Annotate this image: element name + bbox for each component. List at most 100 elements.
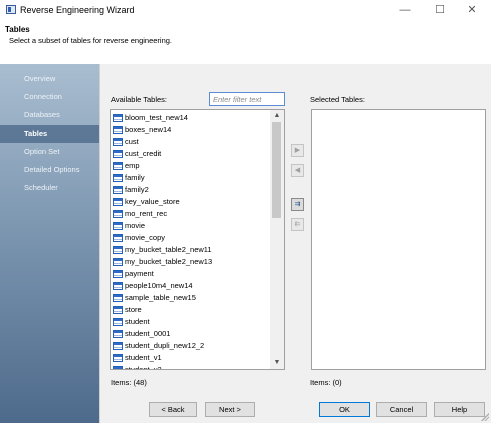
table-icon (113, 198, 123, 206)
available-items: bloom_test_new14 boxes_new14 cust cust_cred… (113, 112, 268, 370)
cancel-button[interactable]: Cancel (376, 402, 427, 417)
table-name: bloom_test_new14 (125, 113, 188, 122)
scroll-up-arrow[interactable]: ▲ (270, 110, 284, 122)
table-icon (113, 114, 123, 122)
table-list-item[interactable]: key_value_store (113, 196, 268, 208)
table-icon (113, 342, 123, 350)
close-button[interactable]: ✕ (452, 0, 491, 20)
sidebar-item-overview[interactable]: Overview (0, 70, 99, 88)
table-icon (113, 318, 123, 326)
wizard-sidebar: Overview Connection Databases Tables Opt… (0, 64, 99, 423)
table-list-item[interactable]: student_0001 (113, 328, 268, 340)
table-name: emp (125, 161, 140, 170)
table-icon (113, 138, 123, 146)
page-subtitle: Select a subset of tables for reverse en… (9, 36, 173, 45)
table-name: student_dupli_new12_2 (125, 341, 205, 350)
back-button[interactable]: < Back (149, 402, 197, 417)
table-icon (113, 330, 123, 338)
main-panel: Available Tables: Selected Tables: bloom… (99, 64, 491, 423)
table-icon (113, 306, 123, 314)
table-list-item[interactable]: sample_table_new15 (113, 292, 268, 304)
selected-count: Items: (0) (310, 378, 342, 387)
table-list-item[interactable]: my_bucket_table2_new13 (113, 256, 268, 268)
filter-input[interactable] (209, 92, 285, 106)
sidebar-item-tables[interactable]: Tables (0, 125, 99, 143)
resize-grip[interactable] (481, 413, 489, 421)
table-icon (113, 282, 123, 290)
table-list-item[interactable]: payment (113, 268, 268, 280)
table-list-item[interactable]: emp (113, 160, 268, 172)
table-name: payment (125, 269, 154, 278)
selected-tables-label: Selected Tables: (310, 95, 365, 104)
table-icon (113, 186, 123, 194)
table-icon (113, 354, 123, 362)
table-icon (113, 210, 123, 218)
title-bar: Reverse Engineering Wizard — ☐ ✕ (0, 0, 491, 20)
table-icon (113, 246, 123, 254)
table-name: sample_table_new15 (125, 293, 196, 302)
table-name: student_0001 (125, 329, 171, 338)
add-all-button[interactable]: ⇉ (291, 198, 304, 211)
table-icon (113, 294, 123, 302)
add-table-button[interactable]: ▶ (291, 144, 304, 157)
table-list-item[interactable]: my_bucket_table2_new11 (113, 244, 268, 256)
table-list-item[interactable]: student (113, 316, 268, 328)
table-name: student (125, 317, 150, 326)
table-list-item[interactable]: mo_rent_rec (113, 208, 268, 220)
table-name: cust_credit (125, 149, 162, 158)
help-button[interactable]: Help (434, 402, 485, 417)
vertical-scrollbar[interactable]: ▲ ▼ (270, 110, 284, 369)
remove-all-button[interactable]: ⇇ (291, 218, 304, 231)
table-name: mo_rent_rec (125, 209, 168, 218)
table-name: family2 (125, 185, 149, 194)
table-name: my_bucket_table2_new13 (125, 257, 213, 266)
page-title: Tables (5, 25, 30, 34)
table-list-item[interactable]: people10m4_new14 (113, 280, 268, 292)
table-list-item[interactable]: movie (113, 220, 268, 232)
table-icon (113, 126, 123, 134)
table-name: student_v2 (125, 365, 162, 370)
sidebar-item-connection[interactable]: Connection (0, 88, 99, 106)
table-name: my_bucket_table2_new11 (125, 245, 212, 254)
table-icon (113, 150, 123, 158)
sidebar-item-detailed-options[interactable]: Detailed Options (0, 161, 99, 179)
remove-table-button[interactable]: ◀ (291, 164, 304, 177)
ok-button[interactable]: OK (319, 402, 370, 417)
available-tables-list[interactable]: bloom_test_new14 boxes_new14 cust cust_cred… (110, 109, 285, 370)
table-list-item[interactable]: movie_copy (113, 232, 268, 244)
table-list-item[interactable]: store (113, 304, 268, 316)
available-tables-label: Available Tables: (111, 95, 168, 104)
next-button[interactable]: Next > (205, 402, 255, 417)
window-title: Reverse Engineering Wizard (20, 5, 135, 15)
table-name: movie_copy (125, 233, 166, 242)
sidebar-item-scheduler[interactable]: Scheduler (0, 179, 99, 197)
table-list-item[interactable]: boxes_new14 (113, 124, 268, 136)
wizard-header: Tables Select a subset of tables for rev… (0, 20, 491, 64)
sidebar-item-databases[interactable]: Databases (0, 106, 99, 124)
table-list-item[interactable]: bloom_test_new14 (113, 112, 268, 124)
table-list-item[interactable]: student_dupli_new12_2 (113, 340, 268, 352)
minimize-button[interactable]: — (385, 0, 425, 20)
scroll-thumb[interactable] (272, 122, 281, 218)
selected-tables-list[interactable] (311, 109, 486, 370)
table-icon (113, 234, 123, 242)
app-icon (6, 5, 16, 14)
table-name: family (125, 173, 145, 182)
table-list-item[interactable]: family2 (113, 184, 268, 196)
scroll-down-arrow[interactable]: ▼ (270, 357, 284, 369)
table-list-item[interactable]: family (113, 172, 268, 184)
table-list-item[interactable]: cust_credit (113, 148, 268, 160)
table-name: cust (125, 137, 139, 146)
table-icon (113, 162, 123, 170)
table-name: store (125, 305, 142, 314)
table-icon (113, 174, 123, 182)
table-name: movie (125, 221, 146, 230)
table-name: student_v1 (125, 353, 162, 362)
sidebar-item-option-set[interactable]: Option Set (0, 143, 99, 161)
table-icon (113, 222, 123, 230)
table-list-item[interactable]: student_v1 (113, 352, 268, 364)
table-list-item[interactable]: cust (113, 136, 268, 148)
available-count: Items: (48) (111, 378, 147, 387)
table-list-item[interactable]: student_v2 (113, 364, 268, 370)
table-icon (113, 258, 123, 266)
